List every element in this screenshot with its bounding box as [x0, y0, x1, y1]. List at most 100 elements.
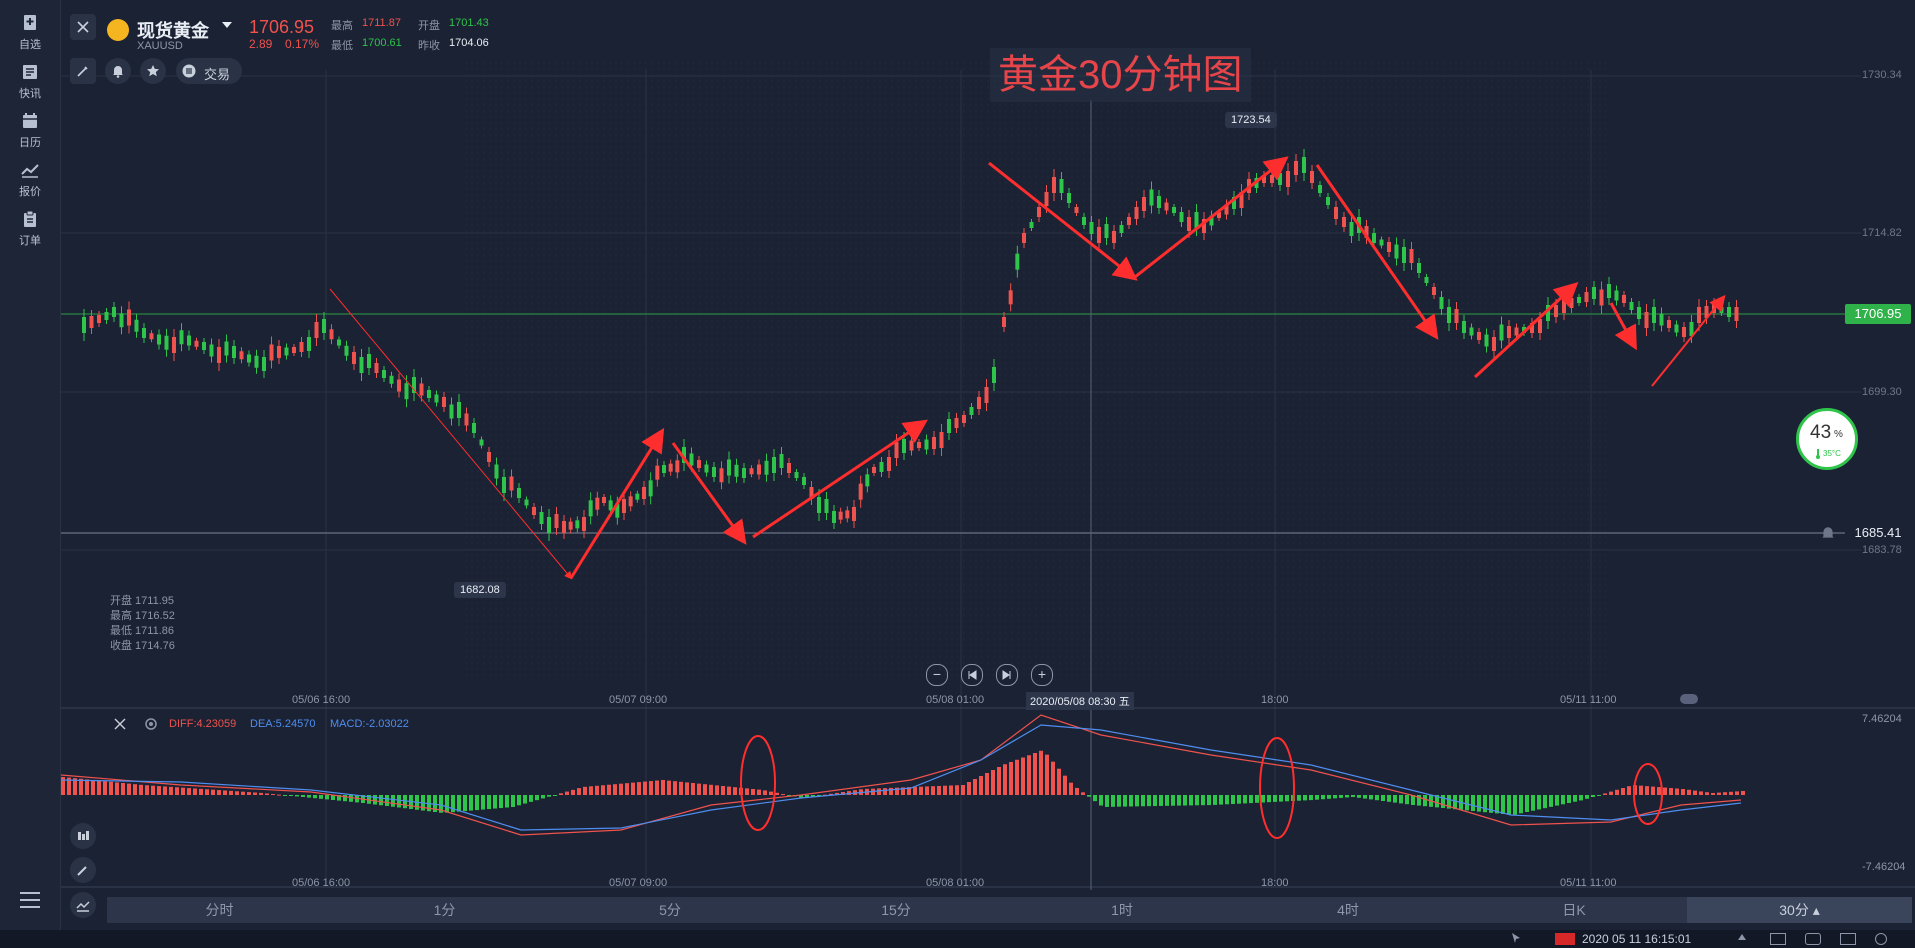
- candle-body: [954, 418, 959, 428]
- timeframe-4h[interactable]: 4时: [1235, 897, 1461, 923]
- candle-body: [547, 517, 551, 533]
- macd-bar: [553, 795, 557, 796]
- macd-bar: [379, 795, 383, 806]
- timeframe-1h[interactable]: 1时: [1009, 897, 1235, 923]
- menu-icon[interactable]: [19, 890, 41, 910]
- candle-body: [1492, 337, 1496, 351]
- indicator-button[interactable]: [70, 823, 96, 849]
- candle-body: [962, 415, 966, 423]
- macd-bar: [1351, 795, 1355, 797]
- candle-body: [1059, 179, 1064, 193]
- zoom-in-button[interactable]: +: [1031, 664, 1053, 686]
- macd-bar: [229, 790, 233, 795]
- timeframe-15m[interactable]: 15分: [783, 897, 1009, 923]
- candle-body: [1294, 161, 1298, 175]
- macd-bar: [1513, 795, 1517, 815]
- current-price-tag: 1706.95: [1845, 304, 1911, 324]
- timeframe-5m[interactable]: 5分: [557, 897, 783, 923]
- macd-bar: [1201, 795, 1205, 806]
- scroll-handle[interactable]: [1680, 694, 1698, 704]
- macd-bar: [247, 792, 251, 795]
- timeframe-30m-selected[interactable]: 30分 ▴: [1687, 897, 1912, 923]
- macd-bar: [151, 785, 155, 795]
- candle-body: [1727, 307, 1731, 317]
- macd-bar: [307, 795, 311, 798]
- macd-bar: [271, 794, 275, 795]
- macd-bar: [1219, 795, 1223, 805]
- draw-line-button[interactable]: [70, 857, 96, 883]
- scroll-start-button[interactable]: [961, 664, 983, 686]
- candle-body: [284, 347, 289, 356]
- timeframe-day[interactable]: 日K: [1461, 897, 1687, 923]
- candle-body: [779, 454, 784, 468]
- macd-bar: [109, 781, 113, 795]
- trend-tool-button[interactable]: [70, 892, 96, 918]
- settings-icon[interactable]: [144, 717, 158, 731]
- macd-bar: [967, 782, 971, 795]
- candle-body: [1142, 197, 1146, 211]
- macd-bar: [91, 780, 95, 795]
- macd-bar: [1525, 795, 1529, 812]
- close-indicator-icon[interactable]: [113, 717, 127, 731]
- sidebar-item-watchlist[interactable]: 自选: [0, 14, 60, 52]
- macd-bar: [583, 786, 587, 795]
- trade-button[interactable]: 交易: [176, 58, 242, 84]
- candle-body: [479, 439, 484, 446]
- annotation-ellipse: [1259, 737, 1295, 839]
- macd-bar: [1687, 789, 1691, 795]
- time-label: 05/08 01:00: [926, 694, 985, 706]
- time-label: 05/11 11:00: [1560, 694, 1617, 706]
- draw-tool-button[interactable]: [70, 58, 96, 84]
- macd-bar: [253, 792, 257, 795]
- scroll-end-button[interactable]: [996, 664, 1018, 686]
- alert-price-tag[interactable]: 1685.41: [1845, 523, 1911, 543]
- camera-icon[interactable]: [1805, 933, 1821, 945]
- chevron-down-icon[interactable]: [222, 22, 232, 28]
- macd-bar: [1741, 791, 1745, 795]
- candle-body: [1424, 277, 1429, 283]
- candle-body: [1082, 217, 1086, 225]
- candle-body: [562, 521, 566, 533]
- macd-bar: [529, 795, 533, 802]
- macd-bar: [1657, 787, 1661, 795]
- candle-body: [464, 413, 469, 426]
- favorite-button[interactable]: [140, 58, 166, 84]
- macd-bar: [889, 787, 893, 795]
- macd-bar: [1597, 795, 1601, 796]
- macd-bar: [1099, 795, 1103, 806]
- macd-bar: [1207, 795, 1211, 806]
- edit-icon[interactable]: [1770, 933, 1786, 945]
- candle-body: [1514, 327, 1519, 336]
- sidebar-item-calendar[interactable]: 日历: [0, 112, 60, 150]
- status-bar: 2020 05 11 16:15:01: [0, 930, 1915, 948]
- macd-bar: [235, 791, 239, 795]
- macd-bar: [445, 795, 449, 813]
- candle-body: [202, 342, 206, 350]
- chevron-up-icon[interactable]: [1738, 934, 1746, 940]
- candle-body: [1629, 302, 1634, 310]
- macd-bar: [1363, 795, 1367, 799]
- settings-icon[interactable]: [1875, 933, 1887, 945]
- fullscreen-icon[interactable]: [1840, 933, 1856, 945]
- bell-icon[interactable]: [1820, 525, 1836, 541]
- candle-body: [894, 442, 899, 458]
- performance-gauge[interactable]: 43 % 35°C: [1796, 408, 1858, 470]
- zoom-out-button[interactable]: −: [926, 664, 948, 686]
- annotation-arrow: [1651, 294, 1726, 387]
- alert-button[interactable]: [105, 58, 131, 84]
- sidebar-item-news[interactable]: 快讯: [0, 63, 60, 101]
- chart-area[interactable]: [61, 0, 1915, 948]
- macd-bar: [643, 781, 647, 795]
- sidebar-item-quotes[interactable]: 报价: [0, 161, 60, 199]
- macd-bar: [295, 795, 299, 797]
- timeframe-1m[interactable]: 1分: [332, 897, 557, 923]
- candle-body: [269, 344, 274, 361]
- macd-bar: [1699, 791, 1703, 795]
- close-chart-button[interactable]: [70, 14, 96, 40]
- candle-body: [1659, 313, 1664, 326]
- timeframe-tick[interactable]: 分时: [107, 897, 332, 923]
- macd-bar: [1033, 753, 1037, 795]
- sidebar-item-orders[interactable]: 订单: [0, 210, 60, 248]
- order-clipboard-icon: [21, 210, 39, 228]
- macd-bar: [499, 795, 503, 809]
